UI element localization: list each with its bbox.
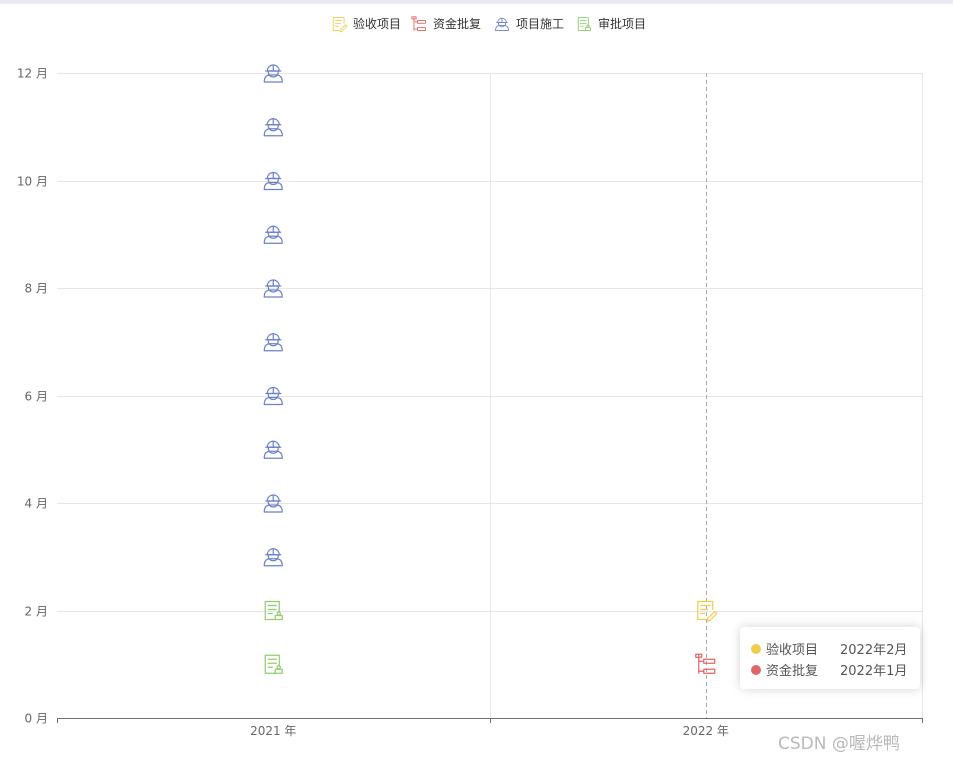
tooltip-value: 2022年2月 (840, 643, 908, 658)
y-tick-label: 8 月 (25, 282, 48, 296)
worker-helmet-icon[interactable] (495, 17, 509, 31)
stamp-handle (586, 24, 590, 28)
stamp-shape (274, 614, 283, 621)
paper-shape (697, 600, 714, 621)
y-tick-label: 2 月 (25, 605, 48, 619)
paper-shape (577, 17, 589, 31)
shoulders-shape (495, 25, 509, 31)
data-point[interactable] (263, 118, 283, 137)
legend-label[interactable]: 审批项目 (598, 16, 646, 31)
shoulders-shape (263, 450, 283, 459)
node-shape (703, 668, 716, 674)
legend-label[interactable]: 项目施工 (516, 17, 564, 31)
document-approve-icon[interactable] (577, 17, 591, 31)
y-tick-label: 12 月 (17, 67, 48, 81)
y-tick-label: 0 月 (25, 712, 48, 726)
legend-item[interactable] (332, 17, 348, 32)
y-tick-label: 4 月 (25, 497, 48, 511)
stamp-handle (276, 665, 281, 670)
shoulders-shape (263, 343, 283, 352)
shoulders-shape (263, 181, 283, 191)
stamp-shape (585, 27, 591, 31)
node-shape (417, 27, 426, 31)
paper-shape (264, 600, 280, 621)
tooltip-series-name: 资金批复 (766, 664, 819, 679)
shoulders-shape (263, 504, 283, 513)
legend-label[interactable]: 验收项目 (353, 16, 401, 31)
y-tick-label: 6 月 (25, 390, 48, 404)
grid (57, 73, 923, 718)
tooltip-row: 验收项目 2022年2月 (751, 638, 910, 659)
data-point[interactable] (695, 653, 716, 674)
paper-shape (264, 654, 280, 674)
x-tick-label: 2022 年 (683, 724, 729, 738)
data-point[interactable] (264, 600, 283, 621)
tooltip-dot (751, 643, 761, 654)
legend-item[interactable] (411, 16, 426, 31)
legend-label[interactable]: 资金批复 (433, 16, 481, 31)
x-tick-label: 2021 年 (250, 724, 296, 738)
legend[interactable]: 验收项目 资金批复 项目施工 审批项目 (332, 16, 646, 32)
tree-structure-icon[interactable] (411, 16, 426, 31)
stamp-handle (276, 611, 281, 616)
y-tick-label: 10 月 (17, 175, 48, 189)
document-edit-icon[interactable] (332, 17, 348, 32)
tooltip-value: 2022年1月 (840, 664, 908, 679)
shoulders-shape (263, 558, 283, 567)
tooltip-row: 资金批复 2022年1月 (751, 659, 910, 680)
shoulders-shape (263, 74, 283, 83)
shoulders-shape (263, 235, 283, 244)
data-point[interactable] (263, 225, 283, 244)
tooltip: 验收项目 2022年2月 资金批复 2022年1月 (740, 627, 920, 689)
shoulders-shape (263, 289, 283, 298)
shoulders-shape (263, 396, 283, 406)
legend-item[interactable] (495, 17, 509, 31)
node-shape (417, 19, 426, 24)
data-point[interactable] (263, 333, 283, 352)
shoulders-shape (263, 128, 283, 137)
tooltip-series-name: 验收项目 (766, 643, 819, 658)
data-point[interactable] (263, 548, 283, 567)
pen-shape (339, 24, 348, 32)
node-shape (703, 658, 716, 664)
pen-shape (706, 610, 718, 622)
tooltip-dot (751, 664, 761, 675)
data-point[interactable] (264, 654, 283, 674)
paper-shape (332, 17, 345, 31)
data-point[interactable] (263, 440, 283, 459)
watermark: CSDN @喔烨鸭 (778, 734, 900, 754)
stamp-shape (274, 668, 283, 674)
legend-item[interactable] (577, 17, 591, 31)
